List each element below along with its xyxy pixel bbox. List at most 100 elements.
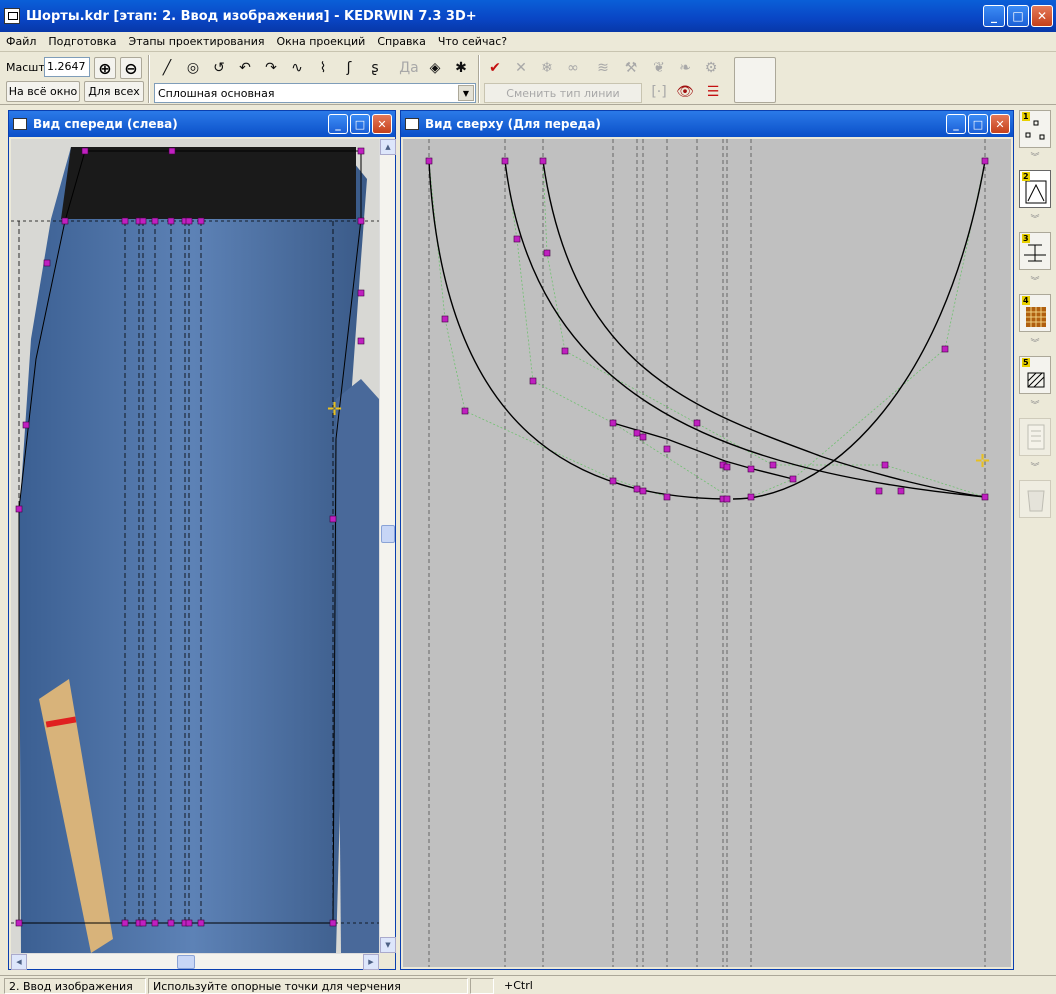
control-point[interactable] bbox=[139, 217, 147, 225]
zoom-in-icon[interactable]: ⊕ bbox=[94, 57, 116, 79]
rotate-right-icon[interactable]: ↷ bbox=[260, 57, 282, 79]
menu-whatnow[interactable]: Что сейчас? bbox=[438, 35, 507, 48]
control-point[interactable] bbox=[639, 433, 647, 441]
control-point[interactable] bbox=[609, 477, 617, 485]
list-numbered-icon[interactable]: ☰ bbox=[702, 83, 724, 101]
scroll-up-arrow-icon[interactable]: ▲ bbox=[380, 139, 396, 155]
rotate-left-icon[interactable]: ↶ bbox=[234, 57, 256, 79]
control-point[interactable] bbox=[501, 157, 509, 165]
star-point-icon[interactable]: ✱ bbox=[450, 57, 472, 79]
control-point[interactable] bbox=[167, 217, 175, 225]
control-point[interactable] bbox=[43, 259, 51, 267]
stage-4-button[interactable]: 4 bbox=[1019, 294, 1051, 332]
control-point[interactable] bbox=[197, 217, 205, 225]
curve-tool-icon[interactable]: ∿ bbox=[286, 57, 308, 79]
front-maximize-button[interactable]: □ bbox=[350, 114, 370, 134]
control-point[interactable] bbox=[723, 495, 731, 503]
stage-5-button[interactable]: 5 bbox=[1019, 356, 1051, 394]
control-point[interactable] bbox=[425, 157, 433, 165]
control-point[interactable] bbox=[139, 919, 147, 927]
control-point[interactable] bbox=[81, 147, 89, 155]
control-point[interactable] bbox=[981, 493, 989, 501]
front-view-titlebar[interactable]: Вид спереди (слева) _ □ ✕ bbox=[9, 111, 395, 137]
control-point[interactable] bbox=[151, 217, 159, 225]
scroll-left-arrow-icon[interactable]: ◀ bbox=[11, 954, 27, 970]
scroll-right-arrow-icon[interactable]: ▶ bbox=[363, 954, 379, 970]
control-point[interactable] bbox=[693, 419, 701, 427]
control-point[interactable] bbox=[769, 461, 777, 469]
eye-icon[interactable]: 👁 bbox=[674, 83, 696, 101]
control-point[interactable] bbox=[461, 407, 469, 415]
menu-prepare[interactable]: Подготовка bbox=[48, 35, 116, 48]
control-point[interactable] bbox=[151, 919, 159, 927]
node-curve-icon[interactable]: ⌇ bbox=[312, 57, 334, 79]
front-view-canvas[interactable]: ✛ bbox=[11, 139, 379, 953]
control-point[interactable] bbox=[609, 419, 617, 427]
line-type-select[interactable]: Сплошная основная ▼ bbox=[154, 83, 476, 103]
zoom-out-icon[interactable]: ⊖ bbox=[120, 57, 142, 79]
top-minimize-button[interactable]: _ bbox=[946, 114, 966, 134]
control-point[interactable] bbox=[529, 377, 537, 385]
front-horizontal-scrollbar[interactable]: ◀ ▶ bbox=[11, 953, 379, 970]
chevron-down-icon[interactable]: ▼ bbox=[458, 85, 474, 101]
minimize-button[interactable]: _ bbox=[983, 5, 1005, 27]
scroll-thumb[interactable] bbox=[381, 525, 395, 543]
control-point[interactable] bbox=[747, 493, 755, 501]
stage-2-button[interactable]: 2 bbox=[1019, 170, 1051, 208]
fit-window-button[interactable]: На всё окно bbox=[6, 81, 80, 102]
close-button[interactable]: ✕ bbox=[1031, 5, 1053, 27]
menu-stages[interactable]: Этапы проектирования bbox=[129, 35, 265, 48]
control-point[interactable] bbox=[663, 493, 671, 501]
spiral-icon[interactable]: ↺ bbox=[208, 57, 230, 79]
control-point[interactable] bbox=[639, 487, 647, 495]
control-point[interactable] bbox=[881, 461, 889, 469]
control-point[interactable] bbox=[723, 463, 731, 471]
circle-arc-icon[interactable]: ◎ bbox=[182, 57, 204, 79]
control-point[interactable] bbox=[543, 249, 551, 257]
control-point[interactable] bbox=[121, 919, 129, 927]
top-maximize-button[interactable]: □ bbox=[968, 114, 988, 134]
stage-1-button[interactable]: 1 bbox=[1019, 110, 1051, 148]
menu-file[interactable]: Файл bbox=[6, 35, 36, 48]
fit-all-button[interactable]: Для всех bbox=[84, 81, 144, 102]
control-point[interactable] bbox=[747, 465, 755, 473]
control-point[interactable] bbox=[633, 429, 641, 437]
control-point[interactable] bbox=[329, 515, 337, 523]
control-point[interactable] bbox=[168, 147, 176, 155]
control-point[interactable] bbox=[357, 337, 365, 345]
control-point[interactable] bbox=[167, 919, 175, 927]
checkmark-icon[interactable]: ✔ bbox=[484, 57, 506, 79]
scale-input[interactable]: 1.2647 bbox=[44, 57, 90, 77]
control-point[interactable] bbox=[185, 217, 193, 225]
control-point[interactable] bbox=[441, 315, 449, 323]
control-point[interactable] bbox=[185, 919, 193, 927]
front-close-button[interactable]: ✕ bbox=[372, 114, 392, 134]
control-point[interactable] bbox=[357, 147, 365, 155]
control-point[interactable] bbox=[15, 505, 23, 513]
diamond-point-icon[interactable]: ◈ bbox=[424, 57, 446, 79]
control-point[interactable] bbox=[329, 919, 337, 927]
front-vertical-scrollbar[interactable]: ▲ ▼ bbox=[379, 139, 396, 953]
menu-windows[interactable]: Окна проекций bbox=[277, 35, 366, 48]
menu-help[interactable]: Справка bbox=[377, 35, 425, 48]
control-point[interactable] bbox=[513, 235, 521, 243]
top-view-canvas[interactable]: ✛ bbox=[403, 139, 1011, 967]
bezier-icon[interactable]: ʃ bbox=[338, 57, 360, 79]
control-point[interactable] bbox=[633, 485, 641, 493]
top-view-titlebar[interactable]: Вид сверху (Для переда) _ □ ✕ bbox=[401, 111, 1013, 137]
control-point[interactable] bbox=[197, 919, 205, 927]
scroll-down-arrow-icon[interactable]: ▼ bbox=[380, 937, 396, 953]
control-point[interactable] bbox=[875, 487, 883, 495]
stage-3-button[interactable]: 3 bbox=[1019, 232, 1051, 270]
control-point[interactable] bbox=[121, 217, 129, 225]
maximize-button[interactable]: □ bbox=[1007, 5, 1029, 27]
blank-tool-button[interactable] bbox=[734, 57, 776, 103]
control-point[interactable] bbox=[539, 157, 547, 165]
front-minimize-button[interactable]: _ bbox=[328, 114, 348, 134]
hook-icon[interactable]: ʂ bbox=[364, 57, 386, 79]
pencil-icon[interactable]: ╱ bbox=[156, 57, 178, 79]
control-point[interactable] bbox=[22, 421, 30, 429]
scroll-thumb[interactable] bbox=[177, 955, 195, 969]
control-point[interactable] bbox=[663, 445, 671, 453]
control-point[interactable] bbox=[941, 345, 949, 353]
